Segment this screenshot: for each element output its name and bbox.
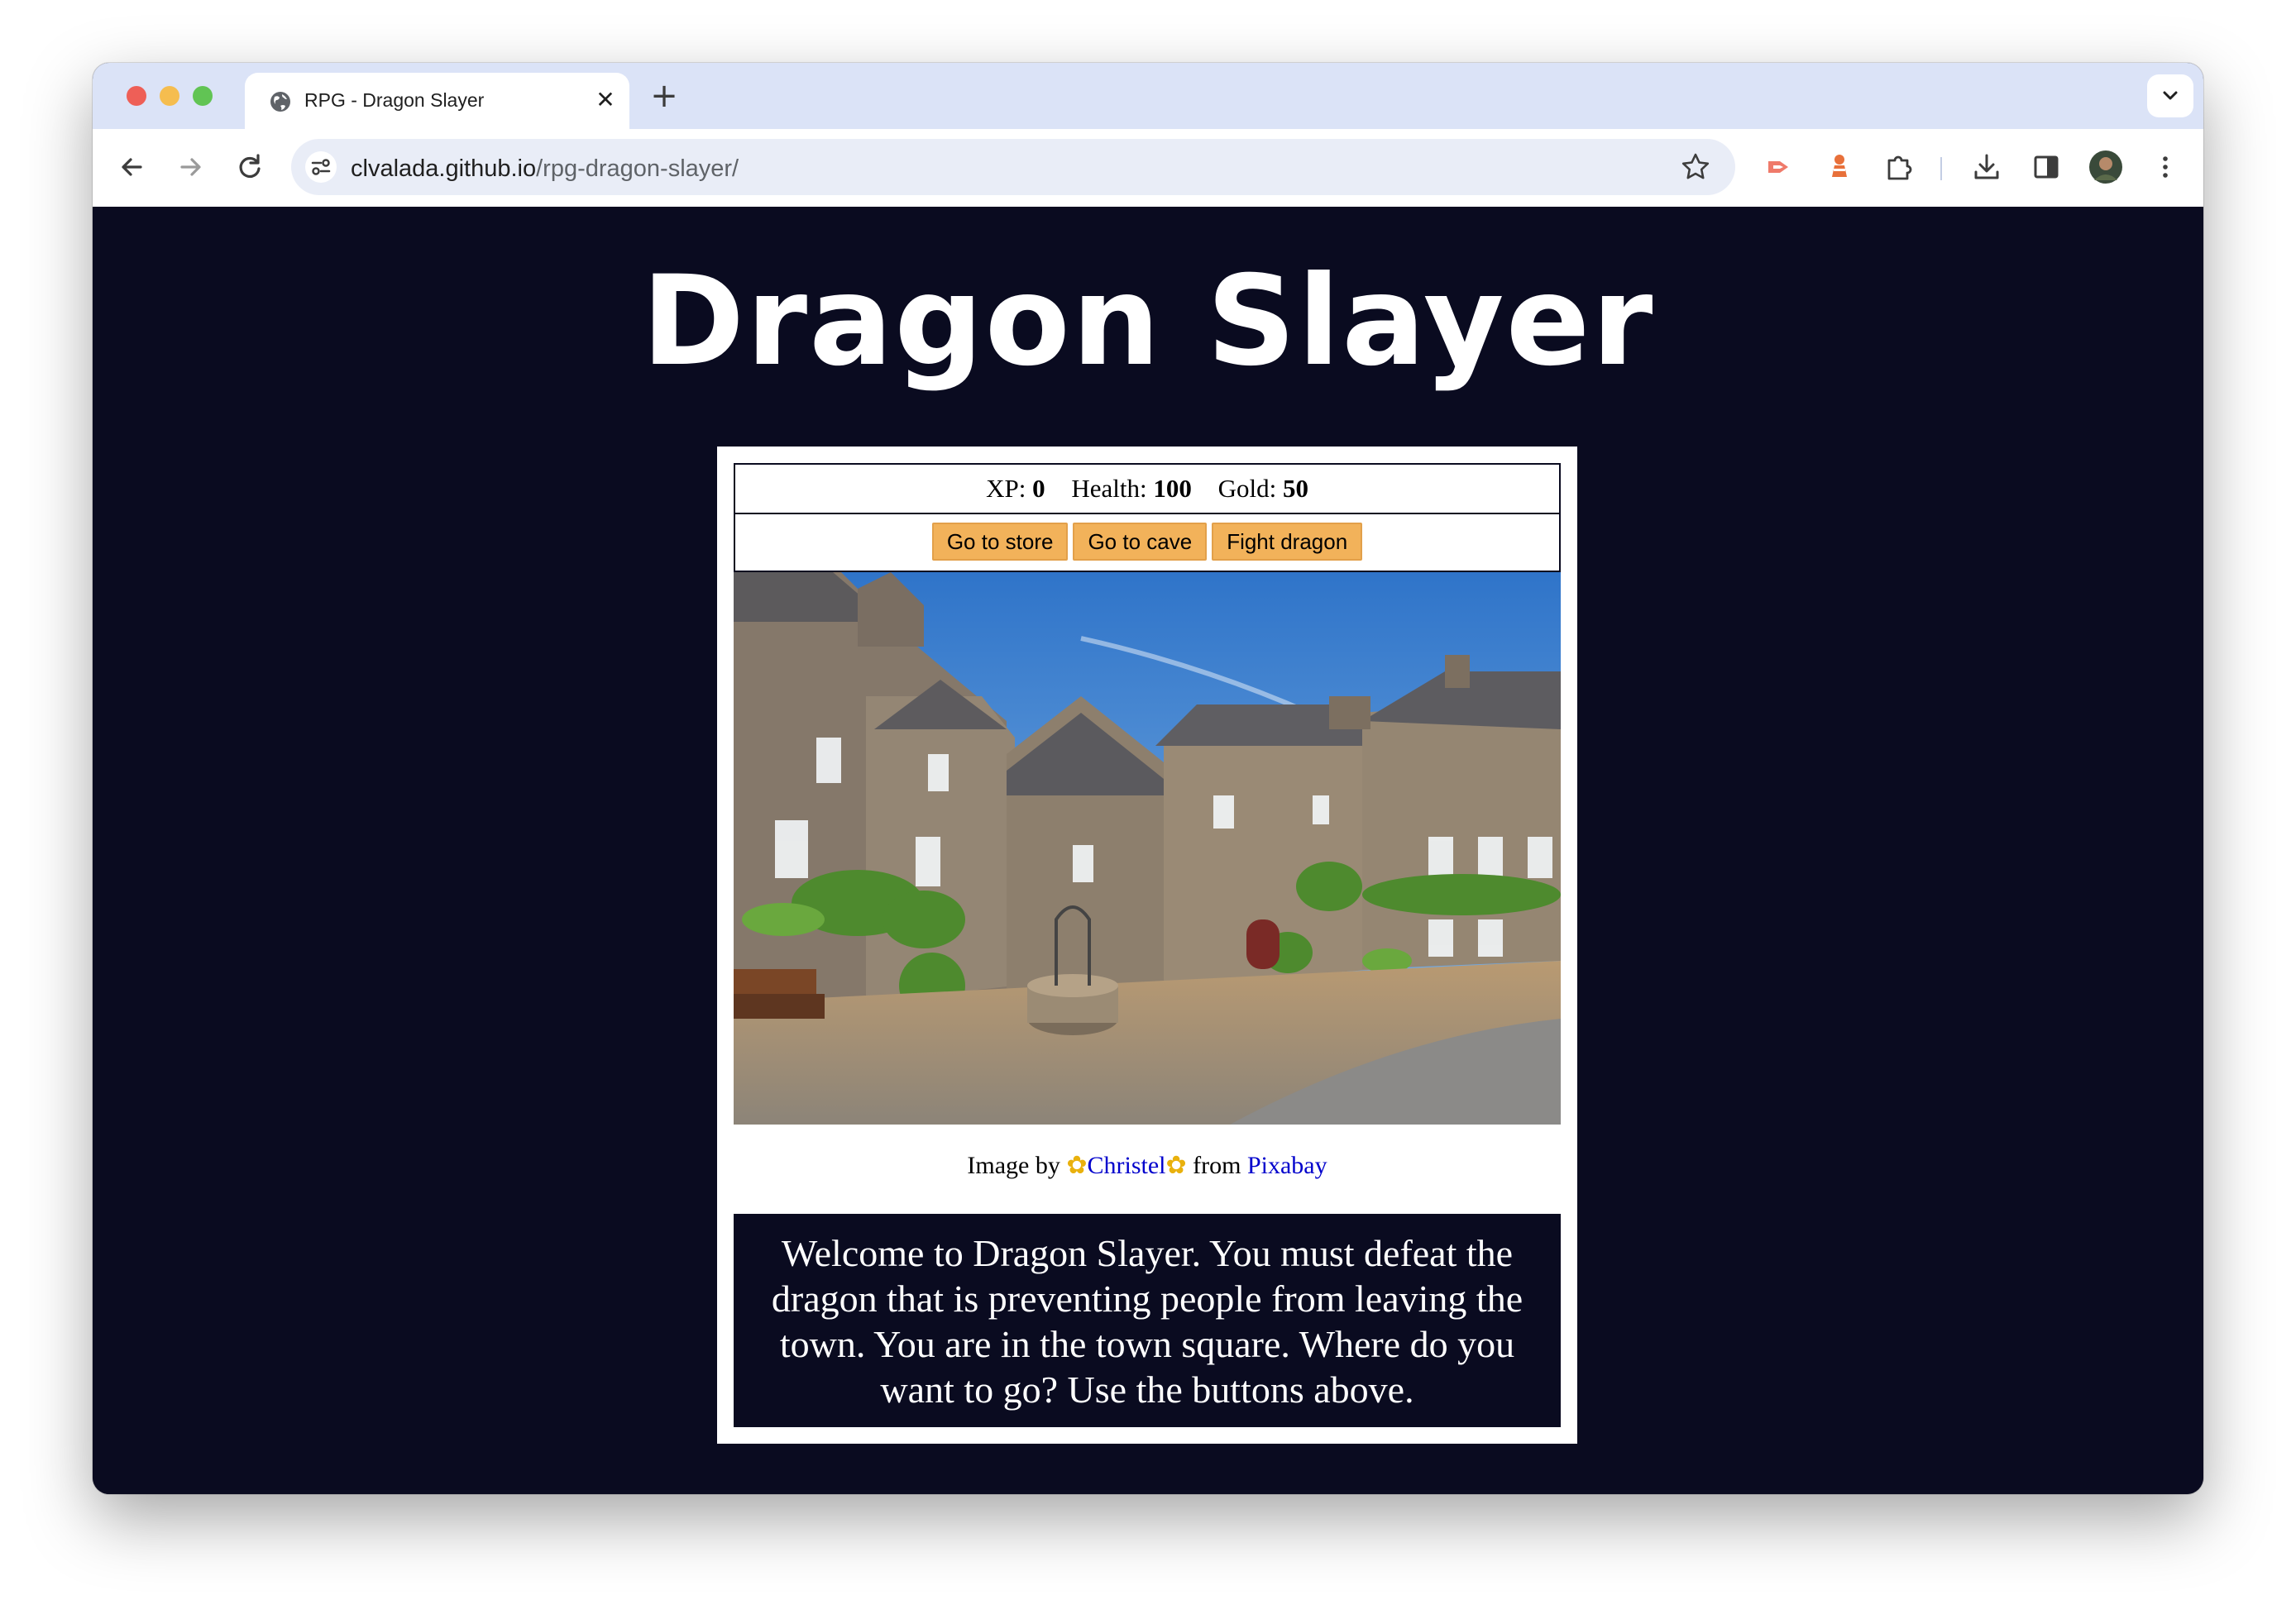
controls: Go to store Go to cave Fight dragon [734, 514, 1561, 572]
xp-value: 0 [1032, 474, 1045, 503]
star-icon[interactable] [1679, 150, 1712, 184]
stats-bar: XP: 0 Health: 100 Gold: 50 [734, 463, 1561, 514]
url-path: /rpg-dragon-slayer/ [536, 155, 739, 182]
url-text: clvalada.github.io/rpg-dragon-slayer/ [351, 155, 739, 183]
extension-orange-icon[interactable] [1820, 147, 1859, 187]
health-label: Health: [1071, 474, 1147, 503]
health-stat: Health: 100 [1071, 474, 1192, 503]
game-message: Welcome to Dragon Slayer. You must defea… [734, 1214, 1561, 1427]
tab-rpg-dragon-slayer[interactable]: RPG - Dragon Slayer ✕ [245, 73, 629, 129]
credit-site-link[interactable]: Pixabay [1247, 1152, 1327, 1179]
close-icon[interactable]: ✕ [593, 88, 618, 112]
health-value: 100 [1153, 474, 1192, 503]
credit-author-link[interactable]: Christel [1087, 1152, 1165, 1179]
credit-middle: from [1193, 1152, 1241, 1179]
tab-title: RPG - Dragon Slayer [304, 89, 485, 111]
kebab-menu-icon[interactable] [2145, 147, 2185, 187]
globe-icon [270, 92, 290, 112]
browser-window: RPG - Dragon Slayer ✕ + clvalada.github.… [93, 63, 2203, 1494]
site-settings-icon[interactable] [304, 150, 337, 184]
side-panel-icon[interactable] [2026, 147, 2066, 187]
xp-label: XP: [986, 474, 1026, 503]
browser-toolbar: clvalada.github.io/rpg-dragon-slayer/ [93, 129, 2203, 207]
page-content: Dragon Slayer XP: 0 Health: 100 Gold: 50… [93, 207, 2203, 1494]
toolbar-divider [1940, 157, 1942, 180]
url-domain: clvalada.github.io [351, 155, 537, 182]
close-window-button[interactable] [127, 86, 146, 106]
reload-icon[interactable] [232, 149, 268, 185]
gold-stat: Gold: 50 [1218, 474, 1308, 503]
gold-value: 50 [1282, 474, 1308, 503]
town-square-image [734, 572, 1561, 1125]
page-title: Dragon Slayer [641, 250, 1655, 394]
maximize-window-button[interactable] [193, 86, 213, 106]
chevron-down-icon [2163, 91, 2178, 100]
tab-strip: RPG - Dragon Slayer ✕ + [93, 63, 2203, 129]
forward-arrow-icon[interactable] [172, 149, 208, 185]
avatar[interactable] [2086, 147, 2126, 187]
tab-search-button[interactable] [2147, 74, 2193, 117]
game-panel: XP: 0 Health: 100 Gold: 50 Go to store Go… [717, 447, 1577, 1444]
gold-label: Gold: [1217, 474, 1277, 503]
image-credit: Image by ✿Christel✿ from Pixabay [717, 1151, 1577, 1180]
address-bar[interactable]: clvalada.github.io/rpg-dragon-slayer/ [291, 139, 1735, 195]
xp-stat: XP: 0 [986, 474, 1045, 503]
flower-icon: ✿ [1165, 1152, 1187, 1179]
go-to-store-button[interactable]: Go to store [931, 523, 1069, 561]
plus-icon[interactable]: + [649, 79, 679, 112]
go-to-cave-button[interactable]: Go to cave [1073, 523, 1208, 561]
extension-red-icon[interactable] [1760, 147, 1800, 187]
back-arrow-icon[interactable] [114, 149, 151, 185]
download-icon[interactable] [1967, 147, 2007, 187]
fight-dragon-button[interactable]: Fight dragon [1212, 523, 1363, 561]
flower-icon: ✿ [1066, 1152, 1088, 1179]
minimize-window-button[interactable] [160, 86, 179, 106]
credit-prefix: Image by [967, 1152, 1060, 1179]
puzzle-icon[interactable] [1879, 147, 1919, 187]
